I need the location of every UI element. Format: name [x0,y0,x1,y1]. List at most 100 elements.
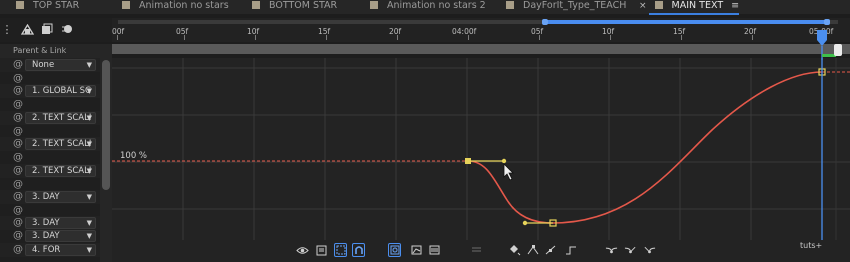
time-navigator-range[interactable] [545,20,827,24]
snap-icon[interactable] [352,243,365,257]
stack-icon[interactable] [40,22,54,36]
bezier-handle-point[interactable] [522,220,528,226]
navigator-end-handle[interactable] [824,19,830,25]
transform-box-icon[interactable] [334,243,347,257]
tab-animation-no-stars[interactable]: Animation no stars [122,0,229,14]
chevron-down-icon: ▼ [86,246,92,254]
layer-row[interactable]: @ 3. DAY ▼ [0,190,100,204]
tab-dayforit-type-teach[interactable]: DayForIt_Type_TEACH [506,0,626,14]
parent-link-header: Parent & Link [0,44,112,58]
ruler-tick [468,35,469,40]
ruler-label: 15f [318,27,331,36]
ruler-tick [397,35,398,40]
ruler-label: 15f [673,27,686,36]
separate-dimensions-icon [470,243,483,257]
parent-dropdown[interactable]: 3. DAY ▼ [25,191,96,203]
comp-icon [370,1,378,9]
chevron-down-icon: ▼ [86,219,92,227]
layer-row[interactable]: @ 3. DAY ▼ [0,229,100,243]
layer-row[interactable]: @ 2. TEXT SCALI ▼ [0,164,100,178]
parent-dropdown[interactable]: 2. TEXT SCALI ▼ [25,112,96,124]
chevron-down-icon: ▼ [86,61,92,69]
close-icon[interactable]: × [639,1,647,11]
ruler-label: 20f [744,27,757,36]
draft-3d-icon[interactable] [20,22,34,36]
pick-whip-icon[interactable]: @ [13,152,23,163]
zoom-fit-icon[interactable] [388,243,401,257]
timeline-switches: ⋮ [0,18,825,258]
value-curve[interactable] [467,71,823,224]
layer-row[interactable]: @ 1. GLOBAL SC ▼ [0,84,100,98]
ruler-tick [681,35,682,40]
layer-row[interactable]: @ 2. TEXT SCALI ▼ [0,137,100,151]
edit-keyframe-icon[interactable] [508,243,521,257]
scrollbar-thumb[interactable] [102,60,110,190]
parent-dropdown[interactable]: 3. DAY ▼ [25,217,96,229]
parent-dropdown[interactable]: None ▼ [25,59,96,71]
navigator-start-handle[interactable] [542,19,548,25]
expand-icon[interactable]: ⋮ [0,22,14,36]
graph-canvas[interactable] [112,58,850,240]
pick-whip-icon[interactable]: @ [13,165,23,176]
eye-icon[interactable] [296,243,309,257]
comp-icon [654,1,663,9]
fit-all-icon[interactable] [428,243,441,257]
graph-editor[interactable] [112,58,850,240]
pick-whip-icon[interactable]: @ [13,217,23,228]
ruler-tick [539,35,540,40]
layer-row[interactable]: @ None ▼ [0,58,100,72]
chevron-down-icon: ▼ [86,232,92,240]
parent-dropdown[interactable]: 3. DAY ▼ [25,230,96,242]
ruler-label: 05f [176,27,189,36]
ruler-tick [610,35,611,40]
pick-whip-icon[interactable]: @ [13,230,23,241]
parent-dropdown[interactable]: 2. TEXT SCALI ▼ [25,165,96,177]
parent-dropdown[interactable]: 1. GLOBAL SC ▼ [25,85,96,97]
layer-row: @ [0,98,100,112]
pick-whip-icon[interactable]: @ [13,191,23,202]
graph-type-icon[interactable] [315,243,328,257]
auto-bezier-icon[interactable] [564,243,577,257]
work-area-bar[interactable] [112,44,850,54]
layer-row: @ [0,151,100,165]
tab-main-text[interactable]: × MAIN TEXT ≡ [639,0,740,15]
pick-whip-icon[interactable]: @ [13,112,23,123]
mouse-cursor [503,163,514,181]
easy-ease-icon[interactable] [605,243,618,257]
pick-whip-icon[interactable]: @ [13,244,23,255]
pick-whip-icon[interactable]: @ [13,99,23,110]
ruler-label: 04:00f [452,27,477,36]
menu-icon[interactable]: ≡ [731,0,739,11]
pick-whip-icon[interactable]: @ [13,126,23,137]
ease-out-icon[interactable] [643,243,656,257]
comp-icon [252,1,260,9]
hold-keyframe-icon[interactable] [526,243,539,257]
tab-animation-no-stars-2[interactable]: Animation no stars 2 [370,0,486,14]
layer-scrollbar[interactable] [100,58,112,262]
pick-whip-icon[interactable]: @ [13,59,23,70]
time-ruler[interactable]: 00f 05f 10f 15f 20f 04:00f 05f 10f 15f 2… [112,18,850,42]
graph-toolbar [112,240,850,262]
motion-blur-icon[interactable] [60,22,74,36]
layer-row[interactable]: @ 3. DAY ▼ [0,216,100,230]
ruler-label: 10f [602,27,615,36]
linear-keyframe-icon[interactable] [544,243,557,257]
tab-bottom-star[interactable]: BOTTOM STAR [252,0,337,14]
pick-whip-icon[interactable]: @ [13,73,23,84]
keyframe[interactable] [465,158,471,164]
tab-top-star[interactable]: TOP STAR [16,0,79,14]
pick-whip-icon[interactable]: @ [13,138,23,149]
parent-dropdown[interactable]: 4. FOR ▼ [25,244,96,256]
pick-whip-icon[interactable]: @ [13,85,23,96]
bezier-handle-point[interactable] [501,158,507,164]
fit-selection-icon[interactable] [410,243,423,257]
work-area-end-handle[interactable] [834,44,842,56]
tuts-plus-logo: tuts+ [800,241,823,250]
layer-row[interactable]: @ 4. FOR ▼ [0,243,100,257]
pick-whip-icon[interactable]: @ [13,179,23,190]
ease-in-icon[interactable] [624,243,637,257]
parent-dropdown[interactable]: 2. TEXT SCALI ▼ [25,138,96,150]
layer-row[interactable]: @ 2. TEXT SCALI ▼ [0,111,100,125]
ruler-tick [255,35,256,40]
pick-whip-icon[interactable]: @ [13,205,23,216]
